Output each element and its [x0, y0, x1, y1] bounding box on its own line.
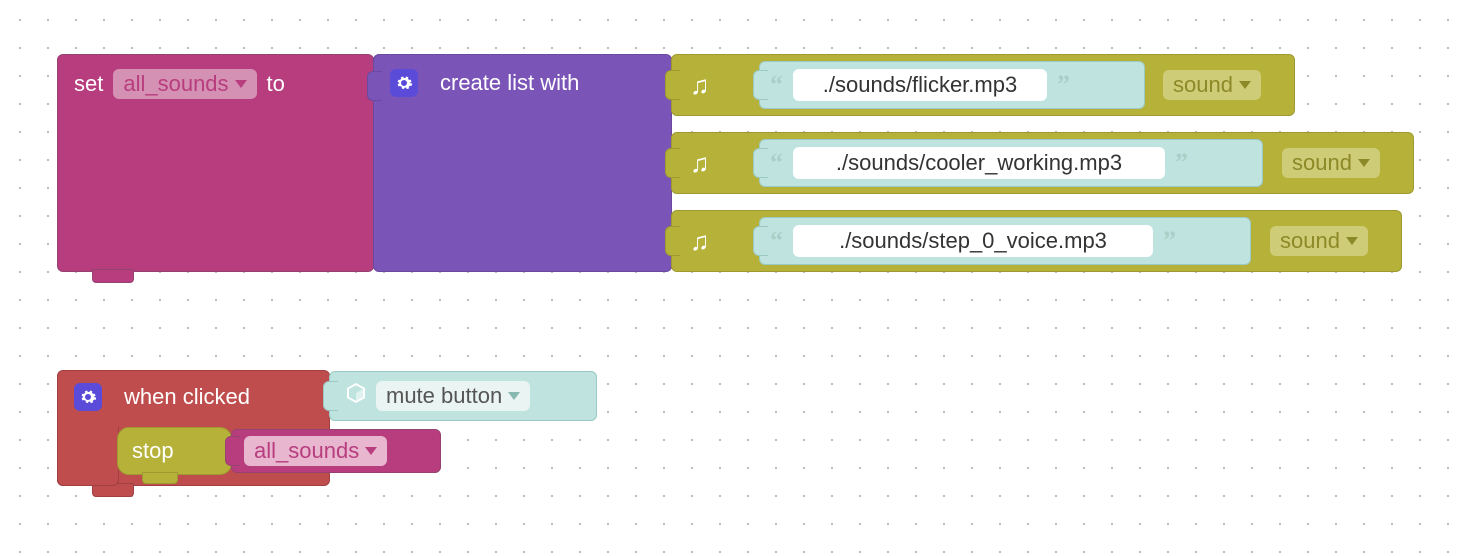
sound-type-label: sound	[1280, 228, 1340, 254]
object-cube-icon	[344, 381, 368, 412]
open-quote-icon: “	[770, 70, 783, 100]
sound-type-label: sound	[1173, 72, 1233, 98]
stop-sounds-block[interactable]: stop	[117, 427, 232, 475]
variable-dropdown[interactable]: all_sounds	[244, 436, 387, 466]
string-literal-block[interactable]: “ ./sounds/flicker.mp3 ”	[759, 61, 1145, 109]
block-input-notch	[665, 148, 680, 178]
close-quote-icon: ”	[1163, 226, 1176, 256]
music-note-icon: ♫	[690, 148, 710, 179]
sound-type-dropdown[interactable]: sound	[1163, 70, 1261, 100]
variable-dropdown[interactable]: all_sounds	[113, 69, 256, 99]
sound-type-label: sound	[1292, 150, 1352, 176]
variable-getter-block[interactable]: all_sounds	[231, 429, 441, 473]
when-clicked-label: when clicked	[124, 384, 250, 410]
block-input-notch	[323, 381, 338, 411]
block-input-notch	[753, 226, 768, 256]
variable-name-label: all_sounds	[123, 71, 228, 97]
statement-connector-tab	[142, 472, 178, 484]
block-input-notch	[367, 71, 382, 101]
block-input-notch	[753, 148, 768, 178]
block-input-notch	[665, 226, 680, 256]
create-list-block[interactable]: create list with	[373, 54, 672, 272]
sound-path-input[interactable]: ./sounds/step_0_voice.mp3	[793, 225, 1153, 257]
music-note-icon: ♫	[690, 70, 710, 101]
string-literal-block[interactable]: “ ./sounds/cooler_working.mp3 ”	[759, 139, 1263, 187]
close-quote-icon: ”	[1057, 70, 1070, 100]
statement-connector-tab	[92, 269, 134, 283]
object-reference-block[interactable]: mute button	[329, 371, 597, 421]
stop-label: stop	[132, 438, 174, 464]
sound-type-dropdown[interactable]: sound	[1270, 226, 1368, 256]
do-body-area	[57, 427, 119, 486]
close-quote-icon: ”	[1175, 148, 1188, 178]
open-quote-icon: “	[770, 226, 783, 256]
gear-icon[interactable]	[74, 383, 102, 411]
set-prefix-label: set	[74, 71, 103, 97]
object-dropdown[interactable]: mute button	[376, 381, 530, 411]
dropdown-arrow-icon	[508, 392, 520, 400]
create-list-label: create list with	[440, 70, 579, 96]
open-quote-icon: “	[770, 148, 783, 178]
dropdown-arrow-icon	[1239, 81, 1251, 89]
dropdown-arrow-icon	[235, 80, 247, 88]
dropdown-arrow-icon	[1358, 159, 1370, 167]
block-input-notch	[665, 70, 680, 100]
set-variable-block[interactable]: set all_sounds to	[57, 54, 374, 272]
blockly-workspace[interactable]: set all_sounds to create list with ♫ “ .…	[0, 0, 1460, 556]
sound-type-dropdown[interactable]: sound	[1282, 148, 1380, 178]
music-note-icon: ♫	[690, 226, 710, 257]
dropdown-arrow-icon	[1346, 237, 1358, 245]
string-literal-block[interactable]: “ ./sounds/step_0_voice.mp3 ”	[759, 217, 1251, 265]
block-input-notch	[753, 70, 768, 100]
gear-icon[interactable]	[390, 69, 418, 97]
block-input-notch	[225, 436, 240, 466]
sound-path-input[interactable]: ./sounds/cooler_working.mp3	[793, 147, 1165, 179]
dropdown-arrow-icon	[365, 447, 377, 455]
sound-path-input[interactable]: ./sounds/flicker.mp3	[793, 69, 1047, 101]
set-suffix-label: to	[267, 71, 285, 97]
object-name-label: mute button	[386, 383, 502, 409]
variable-name-label: all_sounds	[254, 438, 359, 464]
